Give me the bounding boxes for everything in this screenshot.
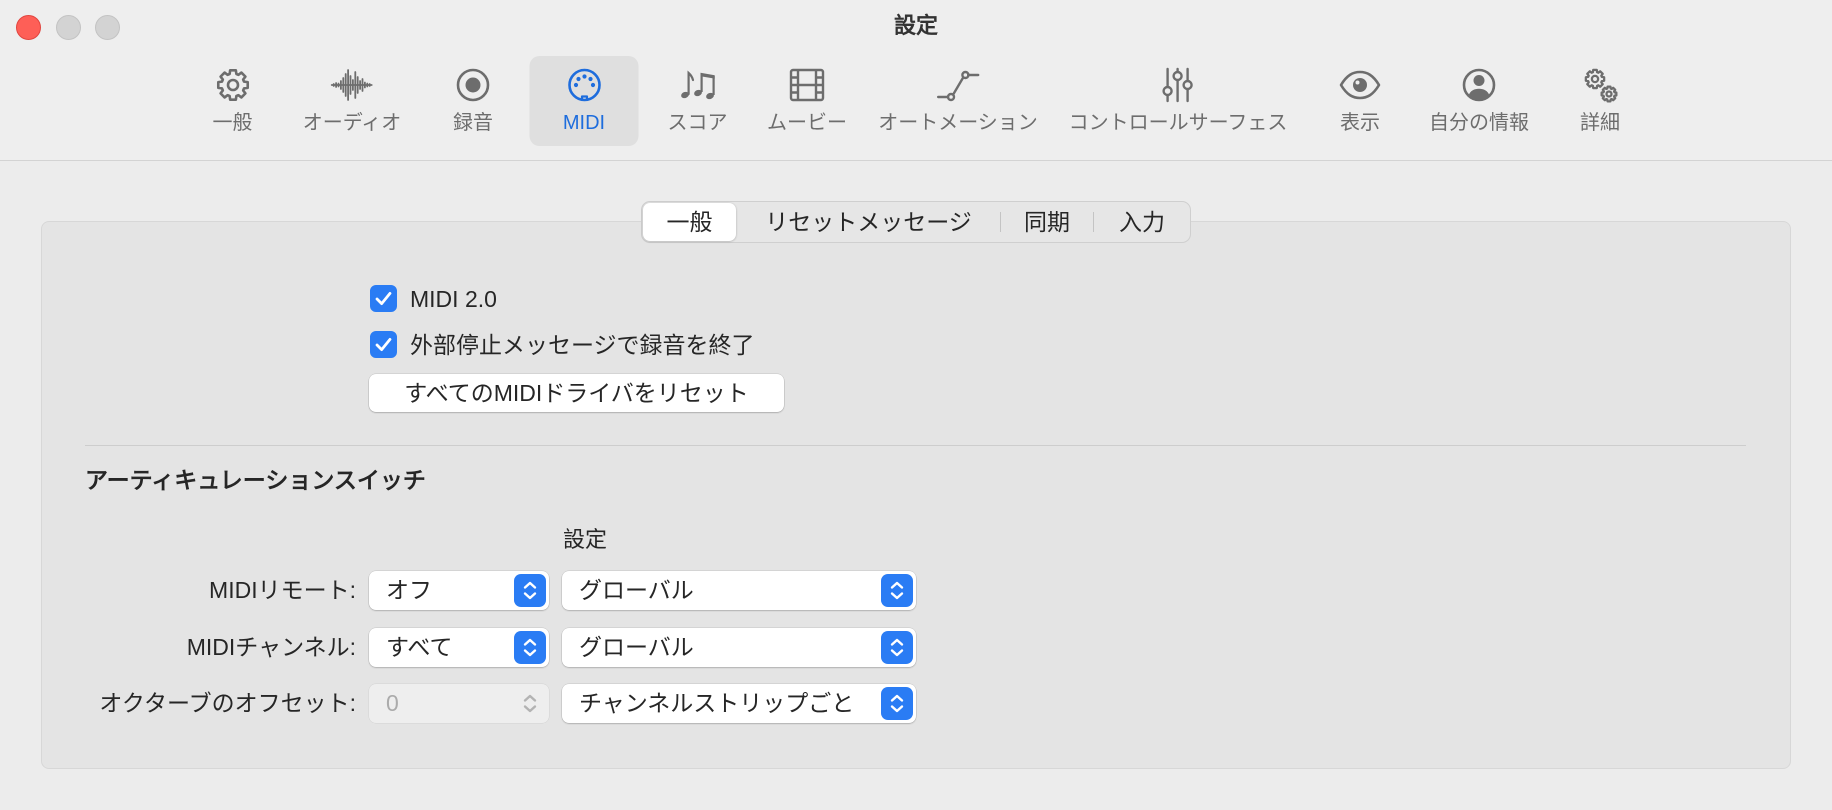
midi2-label: MIDI 2.0 — [410, 285, 497, 312]
toolbar-item-midi[interactable]: MIDI — [529, 56, 639, 146]
tab-bar: 一般 リセットメッセージ 同期 入力 — [641, 201, 1191, 243]
eye-icon — [1338, 63, 1382, 107]
chevron-up-down-icon — [881, 630, 913, 664]
stop-recording-option[interactable]: 外部停止メッセージで録音を終了 — [370, 331, 755, 358]
toolbar-item-label: 一般 — [212, 112, 253, 134]
section-divider — [85, 445, 1746, 446]
tab-sync[interactable]: 同期 — [1001, 203, 1093, 241]
popup-value: 0 — [386, 689, 399, 716]
popup-value: オフ — [386, 577, 432, 603]
toolbar-item-automation[interactable]: オートメーション — [870, 56, 1046, 146]
gears-icon — [1578, 63, 1622, 107]
toolbar: 設定 一般 オーディオ 録音 MIDI スコア ムービー オートメーション コン… — [0, 0, 1832, 161]
toolbar-item-general[interactable]: 一般 — [203, 56, 263, 146]
midi-remote-setting-popup[interactable]: グローバル — [562, 571, 916, 610]
toolbar-item-score[interactable]: スコア — [660, 56, 736, 146]
settings-panel: MIDI 2.0 外部停止メッセージで録音を終了 すべてのMIDIドライバをリセ… — [41, 221, 1791, 769]
toolbar-item-my-info[interactable]: 自分の情報 — [1421, 56, 1537, 146]
gear-icon — [211, 63, 255, 107]
window-title: 設定 — [893, 13, 938, 38]
toolbar-item-label: ムービー — [767, 112, 847, 134]
chevron-up-down-icon — [514, 687, 546, 720]
midi-channel-setting-popup[interactable]: グローバル — [562, 627, 916, 667]
toolbar-item-label: スコア — [667, 112, 728, 134]
chevron-up-down-icon — [881, 574, 913, 607]
toolbar-item-label: オートメーション — [878, 112, 1038, 134]
octave-offset-setting-popup[interactable]: チャンネルストリップごと — [562, 683, 916, 723]
record-icon — [451, 63, 495, 107]
music-notes-icon — [676, 63, 720, 107]
octave-offset-label: オクターブのオフセット: — [99, 689, 356, 716]
toolbar-item-movie[interactable]: ムービー — [759, 56, 855, 146]
popup-value: グローバル — [579, 633, 694, 660]
stop-recording-checkbox[interactable] — [370, 331, 397, 358]
chevron-up-down-icon — [514, 574, 546, 607]
midi-remote-popup[interactable]: オフ — [369, 571, 549, 610]
toolbar-item-label: MIDI — [562, 112, 606, 134]
sliders-icon — [1156, 63, 1200, 107]
toolbar-item-control-surfaces[interactable]: コントロールサーフェス — [1061, 56, 1296, 146]
tab-general[interactable]: 一般 — [643, 203, 736, 241]
toolbar-item-label: 自分の情報 — [1429, 112, 1529, 134]
popup-value: チャンネルストリップごと — [579, 689, 855, 716]
midi-channel-popup[interactable]: すべて — [369, 627, 549, 667]
midi-remote-label: MIDIリモート: — [209, 577, 356, 603]
midi-connector-icon — [562, 63, 606, 107]
toolbar-item-recording[interactable]: 録音 — [443, 56, 503, 146]
stop-recording-label: 外部停止メッセージで録音を終了 — [410, 331, 755, 358]
reset-midi-drivers-button[interactable]: すべてのMIDIドライバをリセット — [369, 374, 784, 412]
tab-input[interactable]: 入力 — [1094, 203, 1190, 241]
popup-value: グローバル — [579, 577, 694, 603]
toolbar-item-advanced[interactable]: 詳細 — [1570, 56, 1630, 146]
toolbar-item-label: 録音 — [453, 112, 493, 134]
toolbar-item-display[interactable]: 表示 — [1330, 56, 1390, 146]
toolbar-item-label: 詳細 — [1580, 112, 1620, 134]
setting-column-header: 設定 — [563, 527, 608, 552]
midi-channel-label: MIDIチャンネル: — [186, 633, 356, 660]
midi2-checkbox[interactable] — [370, 285, 397, 312]
articulation-heading: アーティキュレーションスイッチ — [85, 467, 426, 493]
chevron-up-down-icon — [514, 630, 546, 664]
toolbar-item-label: コントロールサーフェス — [1068, 112, 1288, 134]
toolbar-item-label: 表示 — [1340, 112, 1380, 134]
checkmark-icon — [375, 292, 392, 305]
waveform-icon — [330, 63, 374, 107]
checkmark-icon — [375, 338, 392, 351]
octave-offset-stepper[interactable]: 0 — [369, 683, 549, 723]
midi2-option[interactable]: MIDI 2.0 — [370, 285, 497, 312]
person-circle-icon — [1457, 63, 1501, 107]
toolbar-item-audio[interactable]: オーディオ — [295, 56, 410, 146]
popup-value: すべて — [386, 633, 453, 660]
film-icon — [785, 63, 829, 107]
automation-icon — [936, 63, 980, 107]
toolbar-item-label: オーディオ — [302, 112, 402, 134]
tab-reset-messages[interactable]: リセットメッセージ — [737, 203, 1000, 241]
chevron-up-down-icon — [881, 686, 913, 720]
